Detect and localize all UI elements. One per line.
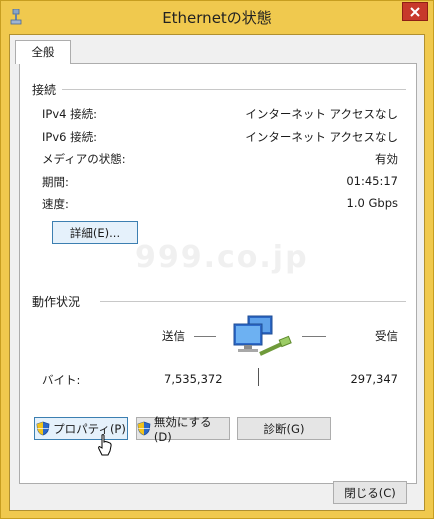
connection-section-divider xyxy=(62,89,406,90)
speed-label: 速度: xyxy=(42,197,69,211)
properties-button-label: プロパティ(P) xyxy=(53,421,126,436)
ipv6-connectivity-label: IPv6 接続: xyxy=(42,130,97,144)
close-window-button[interactable] xyxy=(402,2,428,21)
received-connector-line xyxy=(302,336,326,337)
disable-button-label: 無効にする(D) xyxy=(153,414,212,444)
disable-button[interactable]: 無効にする(D) xyxy=(136,415,230,444)
uac-shield-icon xyxy=(36,421,50,436)
mouse-cursor-icon xyxy=(98,434,112,456)
diagnose-button[interactable]: 診断(G) xyxy=(237,417,331,440)
sent-connector-line xyxy=(194,336,216,337)
window: Ethernetの状態 全般 接続 IPv4 接続: インターネット アクセスな… xyxy=(0,0,434,519)
sent-label: 送信 xyxy=(162,329,185,343)
general-tab-panel: 接続 IPv4 接続: インターネット アクセスなし IPv6 接続: インター… xyxy=(19,63,417,484)
network-activity-icon xyxy=(233,315,292,356)
details-button[interactable]: 詳細(E)... xyxy=(52,221,138,244)
title-bar[interactable]: Ethernetの状態 xyxy=(1,1,433,34)
activity-section-title: 動作状況 xyxy=(32,295,81,309)
details-button-label: 詳細(E)... xyxy=(69,225,121,240)
bytes-sent-value: 7,535,372 xyxy=(164,372,223,386)
duration-label: 期間: xyxy=(42,175,69,189)
diagnose-button-label: 診断(G) xyxy=(263,421,305,436)
ipv4-connectivity-label: IPv4 接続: xyxy=(42,107,97,121)
properties-button[interactable]: プロパティ(P) xyxy=(34,417,128,440)
ipv4-connectivity-value: インターネット アクセスなし xyxy=(245,107,398,121)
duration-value: 01:45:17 xyxy=(346,174,398,188)
media-state-value: 有効 xyxy=(375,152,398,166)
close-button-label: 閉じる(C) xyxy=(344,485,396,500)
close-button[interactable]: 閉じる(C) xyxy=(333,481,407,504)
bytes-label: バイト: xyxy=(42,373,81,387)
bytes-received-value: 297,347 xyxy=(350,372,398,386)
ipv6-connectivity-value: インターネット アクセスなし xyxy=(245,130,398,144)
speed-value: 1.0 Gbps xyxy=(346,196,398,210)
bytes-separator xyxy=(258,368,259,386)
watermark: 999.co.jp xyxy=(135,240,309,275)
connection-section-title: 接続 xyxy=(32,83,57,97)
window-title: Ethernetの状態 xyxy=(162,9,272,27)
media-state-label: メディアの状態: xyxy=(42,152,126,166)
close-icon xyxy=(410,6,420,17)
tab-general[interactable]: 全般 xyxy=(15,40,71,64)
received-label: 受信 xyxy=(375,329,398,343)
dialog-client-area: 全般 接続 IPv4 接続: インターネット アクセスなし IPv6 接続: イ… xyxy=(9,34,425,511)
uac-shield-icon xyxy=(137,421,151,436)
activity-section-divider xyxy=(100,301,406,302)
